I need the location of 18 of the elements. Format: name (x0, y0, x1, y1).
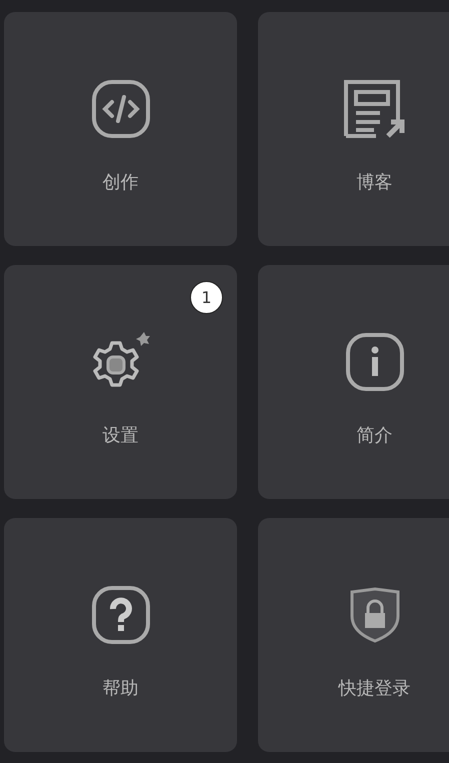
tile-label: 设置 (102, 424, 138, 447)
menu-tile[interactable]: 帮助 (4, 518, 237, 752)
tile-label: 帮助 (102, 677, 138, 700)
menu-tile[interactable]: 设置 1 (4, 265, 237, 499)
menu-tile[interactable]: 快捷登录 (258, 518, 449, 752)
count-badge: 1 (190, 281, 223, 314)
menu-tile[interactable]: 创作 (4, 12, 237, 246)
tile-label: 简介 (356, 424, 392, 447)
tile-label: 博客 (356, 171, 392, 194)
tile-label: 快捷登录 (338, 677, 410, 700)
code-icon (90, 79, 150, 139)
shield-lock-icon (348, 587, 400, 643)
info-icon (344, 332, 404, 392)
article-icon (344, 78, 406, 140)
menu-tile[interactable]: 博客 (258, 12, 449, 246)
help-icon (90, 585, 150, 645)
tile-label: 创作 (102, 171, 138, 194)
menu-tile[interactable]: 简介 (258, 265, 449, 499)
